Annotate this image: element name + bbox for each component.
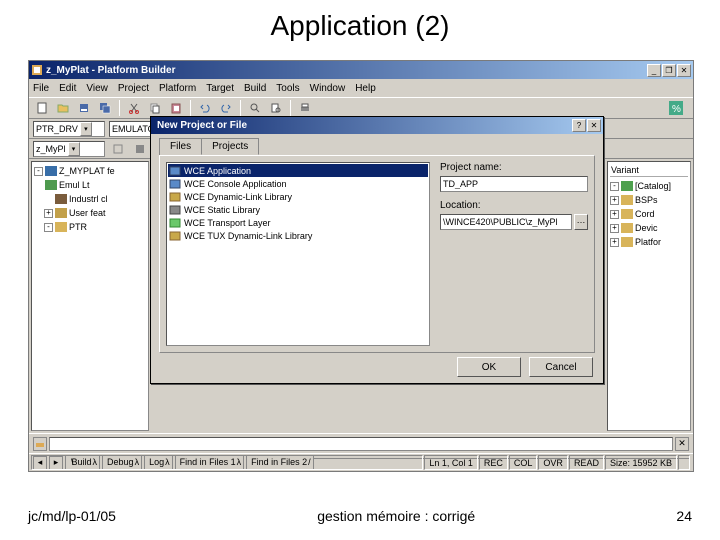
ok-button[interactable]: OK bbox=[457, 357, 521, 377]
menu-target[interactable]: Target bbox=[206, 83, 234, 94]
main-title: z_MyPlat - Platform Builder bbox=[46, 65, 646, 76]
left-tree[interactable]: -Z_MYPLAT feEmul LtIndustrl cl+User feat… bbox=[31, 161, 149, 431]
maximize-button[interactable]: ❐ bbox=[662, 64, 676, 77]
menubar: File Edit View Project Platform Target B… bbox=[29, 79, 693, 97]
catalog-item[interactable]: +BSPs bbox=[610, 193, 688, 207]
catalog-item[interactable]: +Platfor bbox=[610, 235, 688, 249]
list-item[interactable]: WCE Transport Layer bbox=[168, 216, 428, 229]
menu-file[interactable]: File bbox=[33, 83, 49, 94]
dlg-close-button[interactable]: ✕ bbox=[587, 119, 601, 132]
list-item[interactable]: WCE Dynamic-Link Library bbox=[168, 190, 428, 203]
tb-copy-icon[interactable] bbox=[146, 99, 164, 117]
status-size: Size: 15952 KB bbox=[605, 455, 677, 470]
tb-redo-icon[interactable] bbox=[217, 99, 235, 117]
menu-project[interactable]: Project bbox=[118, 83, 149, 94]
dlg-titlebar: New Project or File ? ✕ bbox=[151, 117, 603, 134]
list-item[interactable]: WCE Console Application bbox=[168, 177, 428, 190]
project-type-icon bbox=[169, 179, 181, 189]
tb-findfiles-icon[interactable] bbox=[267, 99, 285, 117]
menu-view[interactable]: View bbox=[86, 83, 108, 94]
combo-workspace-text: z_MyPl bbox=[36, 144, 66, 154]
project-type-icon bbox=[169, 218, 181, 228]
output-handle-icon[interactable] bbox=[33, 437, 47, 451]
menu-tools[interactable]: Tools bbox=[276, 83, 299, 94]
tree-item[interactable]: +User feat bbox=[34, 206, 146, 220]
list-item[interactable]: WCE Static Library bbox=[168, 203, 428, 216]
location-label: Location: bbox=[440, 200, 481, 211]
project-type-list[interactable]: WCE ApplicationWCE Console ApplicationWC… bbox=[166, 162, 430, 346]
catalog-item[interactable]: +Devic bbox=[610, 221, 688, 235]
tb-ws2-icon[interactable] bbox=[131, 140, 149, 158]
combo-workspace[interactable]: z_MyPl ▾ bbox=[33, 141, 105, 157]
tb-undo-icon[interactable] bbox=[196, 99, 214, 117]
tab-projects[interactable]: Projects bbox=[201, 138, 259, 155]
dlg-help-button[interactable]: ? bbox=[572, 119, 586, 132]
tb-find-icon[interactable] bbox=[246, 99, 264, 117]
svg-text:%: % bbox=[672, 104, 681, 115]
app-icon bbox=[31, 64, 43, 76]
tb-save-icon[interactable] bbox=[75, 99, 93, 117]
menu-build[interactable]: Build bbox=[244, 83, 266, 94]
tb-cut-icon[interactable] bbox=[125, 99, 143, 117]
tree-item[interactable]: -PTR bbox=[34, 220, 146, 234]
tb-print-icon[interactable] bbox=[296, 99, 314, 117]
output-close-icon[interactable]: ✕ bbox=[675, 437, 689, 451]
list-item[interactable]: WCE TUX Dynamic-Link Library bbox=[168, 229, 428, 242]
tree-item[interactable]: Emul Lt bbox=[34, 178, 146, 192]
status-lncol: Ln 1, Col 1 bbox=[424, 455, 478, 470]
project-type-icon bbox=[169, 166, 181, 176]
project-name-input[interactable] bbox=[440, 176, 588, 192]
tree-item[interactable]: Industrl cl bbox=[34, 192, 146, 206]
footer-left: jc/md/lp-01/05 bbox=[28, 508, 116, 524]
statusbar: Ln 1, Col 1 REC COL OVR READ Size: 15952… bbox=[29, 453, 693, 471]
close-button[interactable]: ✕ bbox=[677, 64, 691, 77]
slide-title: Application (2) bbox=[0, 0, 720, 56]
projects-tabpanel: WCE ApplicationWCE Console ApplicationWC… bbox=[159, 155, 595, 353]
chevron-down-icon[interactable]: ▾ bbox=[80, 122, 92, 136]
catalog-item[interactable]: +Cord bbox=[610, 207, 688, 221]
tb-new-icon[interactable] bbox=[33, 99, 51, 117]
status-grip-icon bbox=[678, 455, 690, 470]
tb-paste-icon[interactable] bbox=[167, 99, 185, 117]
dlg-title: New Project or File bbox=[153, 120, 571, 131]
slide-footer: jc/md/lp-01/05 gestion mémoire : corrigé… bbox=[28, 508, 692, 524]
cancel-button[interactable]: Cancel bbox=[529, 357, 593, 377]
variant-header: Variant bbox=[610, 164, 688, 177]
project-type-icon bbox=[169, 231, 181, 241]
tb-saveall-icon[interactable] bbox=[96, 99, 114, 117]
tree-item[interactable]: -Z_MYPLAT fe bbox=[34, 164, 146, 178]
project-type-icon bbox=[169, 205, 181, 215]
status-rec: REC bbox=[479, 455, 508, 470]
chevron-down-icon[interactable]: ▾ bbox=[68, 142, 80, 156]
combo-ptr[interactable]: PTR_DRV ▾ bbox=[33, 121, 105, 137]
status-ovr: OVR bbox=[538, 455, 568, 470]
menu-help[interactable]: Help bbox=[355, 83, 376, 94]
menu-edit[interactable]: Edit bbox=[59, 83, 76, 94]
status-empty bbox=[31, 455, 423, 470]
tb-open-icon[interactable] bbox=[54, 99, 72, 117]
list-item[interactable]: WCE Application bbox=[168, 164, 428, 177]
tab-files[interactable]: Files bbox=[159, 138, 202, 155]
footer-right: 24 bbox=[676, 508, 692, 524]
status-col: COL bbox=[509, 455, 538, 470]
project-name-label: Project name: bbox=[440, 162, 502, 173]
main-titlebar: z_MyPlat - Platform Builder _ ❐ ✕ bbox=[29, 61, 693, 79]
combo-ptr-text: PTR_DRV bbox=[36, 124, 78, 134]
status-read: READ bbox=[569, 455, 604, 470]
tb-ws1-icon[interactable] bbox=[109, 140, 127, 158]
browse-button[interactable]: … bbox=[574, 214, 588, 230]
menu-window[interactable]: Window bbox=[310, 83, 346, 94]
menu-platform[interactable]: Platform bbox=[159, 83, 196, 94]
right-catalog[interactable]: Variant -[Catalog]+BSPs+Cord+Devic+Platfo… bbox=[607, 161, 691, 431]
location-input[interactable] bbox=[440, 214, 572, 230]
footer-center: gestion mémoire : corrigé bbox=[317, 508, 475, 524]
minimize-button[interactable]: _ bbox=[647, 64, 661, 77]
catalog-item[interactable]: -[Catalog] bbox=[610, 179, 688, 193]
tb-help-icon[interactable]: % bbox=[667, 99, 685, 117]
project-type-icon bbox=[169, 192, 181, 202]
new-project-dialog: New Project or File ? ✕ Files Projects W… bbox=[150, 116, 604, 384]
